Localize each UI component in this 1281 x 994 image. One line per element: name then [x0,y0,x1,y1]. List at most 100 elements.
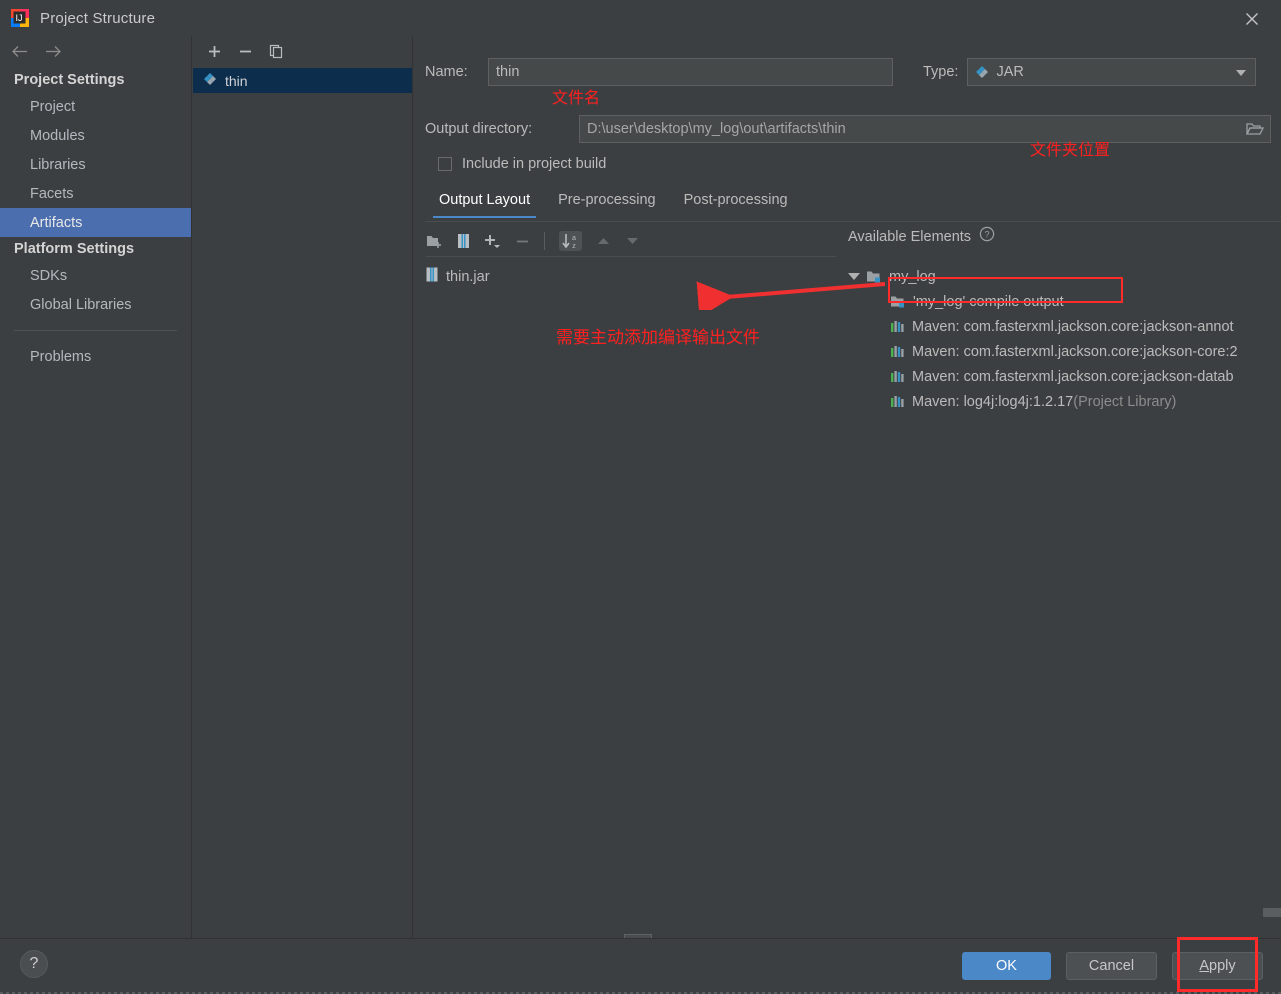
module-folder-icon [866,269,883,284]
available-tree-label: Maven: com.fasterxml.jackson.core:jackso… [912,318,1234,335]
jar-archive-icon [426,267,438,286]
artifact-jar-icon [975,65,989,79]
sidebar-item-global-libraries[interactable]: Global Libraries [0,290,191,319]
checkbox-box [438,157,452,171]
svg-text:z: z [572,243,576,249]
available-tree-row-compile-output[interactable]: 'my_log' compile output [848,289,1281,314]
triangle-expanded-icon[interactable] [848,273,860,280]
available-elements-tree: my_log 'my_log' compile output Maven: co… [848,264,1281,884]
available-tree-row-jackson-annotations[interactable]: Maven: com.fasterxml.jackson.core:jackso… [848,314,1281,339]
sidebar-item-sdks[interactable]: SDKs [0,261,191,290]
copy-icon[interactable] [269,44,284,59]
type-label: Type: [923,64,959,80]
type-dropdown-value: JAR [996,64,1024,80]
sidebar-item-project[interactable]: Project [0,92,191,121]
apply-button[interactable]: Apply [1172,952,1263,980]
library-icon [890,319,906,334]
output-directory-value: D:\user\desktop\my_log\out\artifacts\thi… [587,121,846,137]
output-directory-label: Output directory: [425,121,533,137]
intellij-idea-icon: IJ [10,8,30,28]
artifact-list: thin [193,66,412,93]
available-tree-row-my-log[interactable]: my_log [848,264,1281,289]
help-button[interactable]: ? [20,950,48,978]
include-in-project-build-label: Include in project build [462,156,607,172]
title-bar: IJ Project Structure [0,0,1281,36]
sidebar-item-problems[interactable]: Problems [0,342,191,371]
output-tree-label: thin.jar [446,268,490,285]
editor-tabs: Output Layout Pre-processing Post-proces… [425,190,1281,222]
artifact-list-toolbar [193,36,412,66]
sort-alphabetically-icon[interactable]: a z [559,231,582,251]
sidebar-item-facets[interactable]: Facets [0,179,191,208]
help-circle-icon[interactable]: ? [979,226,995,247]
toolbar-rule [426,256,836,257]
output-tree-row-thin-jar[interactable]: thin.jar [426,264,836,289]
available-tree-label: Maven: com.fasterxml.jackson.core:jackso… [912,343,1238,360]
toolbar-divider [544,232,545,250]
svg-text:?: ? [985,230,990,240]
library-icon [890,369,906,384]
arrow-left-icon[interactable] [12,44,29,61]
sidebar-group-project-settings: Project Settings [14,72,125,88]
type-dropdown[interactable]: JAR [967,58,1257,86]
name-input[interactable]: thin [488,58,893,86]
close-icon[interactable] [1241,8,1263,30]
available-tree-row-log4j[interactable]: Maven: log4j:log4j:1.2.17 (Project Libra… [848,389,1281,414]
library-icon [890,394,906,409]
name-label: Name: [425,64,468,80]
svg-text:a: a [572,235,576,242]
artifact-editor-panel: Name: thin Type: JAR Output directory: D… [414,36,1281,960]
available-elements-title: Available Elements [848,228,972,245]
move-down-icon [625,235,640,247]
available-elements-horizontal-scrollbar[interactable] [1263,908,1281,917]
tab-pre-processing[interactable]: Pre-processing [544,190,670,217]
add-directory-icon[interactable] [426,234,443,249]
name-input-value: thin [496,64,520,80]
window-title: Project Structure [40,9,156,27]
module-folder-icon [890,294,907,309]
available-tree-label: 'my_log' compile output [913,293,1064,310]
output-directory-row: Output directory: D:\user\desktop\my_log… [425,115,1281,143]
plus-icon[interactable] [207,44,222,59]
artifact-jar-icon [203,72,217,89]
sidebar-item-libraries[interactable]: Libraries [0,150,191,179]
sidebar-nav-arrows [0,36,191,68]
arrow-right-icon[interactable] [45,44,62,61]
svg-text:IJ: IJ [15,13,22,23]
add-copy-icon[interactable] [484,233,501,249]
artifact-list-item-label: thin [225,72,248,89]
sidebar-group-platform-settings: Platform Settings [14,241,135,257]
minus-icon[interactable] [238,44,253,59]
artifact-list-item-thin[interactable]: thin [193,68,412,93]
output-layout-toolbar: a z [426,227,836,255]
cancel-button[interactable]: Cancel [1066,952,1157,980]
tab-output-layout[interactable]: Output Layout [425,190,544,218]
apply-button-label-rest: pply [1209,958,1236,974]
output-directory-input[interactable]: D:\user\desktop\my_log\out\artifacts\thi… [579,115,1271,143]
library-icon [890,344,906,359]
add-archive-icon[interactable] [457,233,470,249]
available-tree-row-jackson-core[interactable]: Maven: com.fasterxml.jackson.core:jackso… [848,339,1281,364]
name-row: Name: thin Type: JAR [425,58,1281,86]
move-up-icon [596,235,611,247]
chevron-down-icon [1236,70,1247,76]
project-structure-dialog: IJ Project Structure Project Settings Pr… [0,0,1281,994]
ok-button[interactable]: OK [962,952,1051,980]
available-elements-header: Available Elements ? [848,226,995,247]
settings-sidebar: Project Settings Project Modules Librari… [0,36,192,938]
folder-open-icon[interactable] [1245,121,1265,141]
sidebar-item-artifacts[interactable]: Artifacts [0,208,191,237]
output-layout-tree: thin.jar [426,264,836,289]
available-tree-label: Maven: log4j:log4j:1.2.17 [912,393,1074,410]
dialog-footer: ? OK Cancel Apply [0,938,1281,994]
available-tree-row-jackson-databind[interactable]: Maven: com.fasterxml.jackson.core:jackso… [848,364,1281,389]
include-in-project-build-checkbox[interactable]: Include in project build [438,156,606,172]
available-tree-label: my_log [889,268,936,285]
remove-icon [515,234,530,249]
apply-button-mnemonic: A [1199,958,1210,974]
available-tree-label-suffix: (Project Library) [1073,393,1177,410]
sidebar-item-modules[interactable]: Modules [0,121,191,150]
artifact-list-panel: thin [193,36,413,938]
available-tree-label: Maven: com.fasterxml.jackson.core:jackso… [912,368,1234,385]
tab-post-processing[interactable]: Post-processing [670,190,802,217]
